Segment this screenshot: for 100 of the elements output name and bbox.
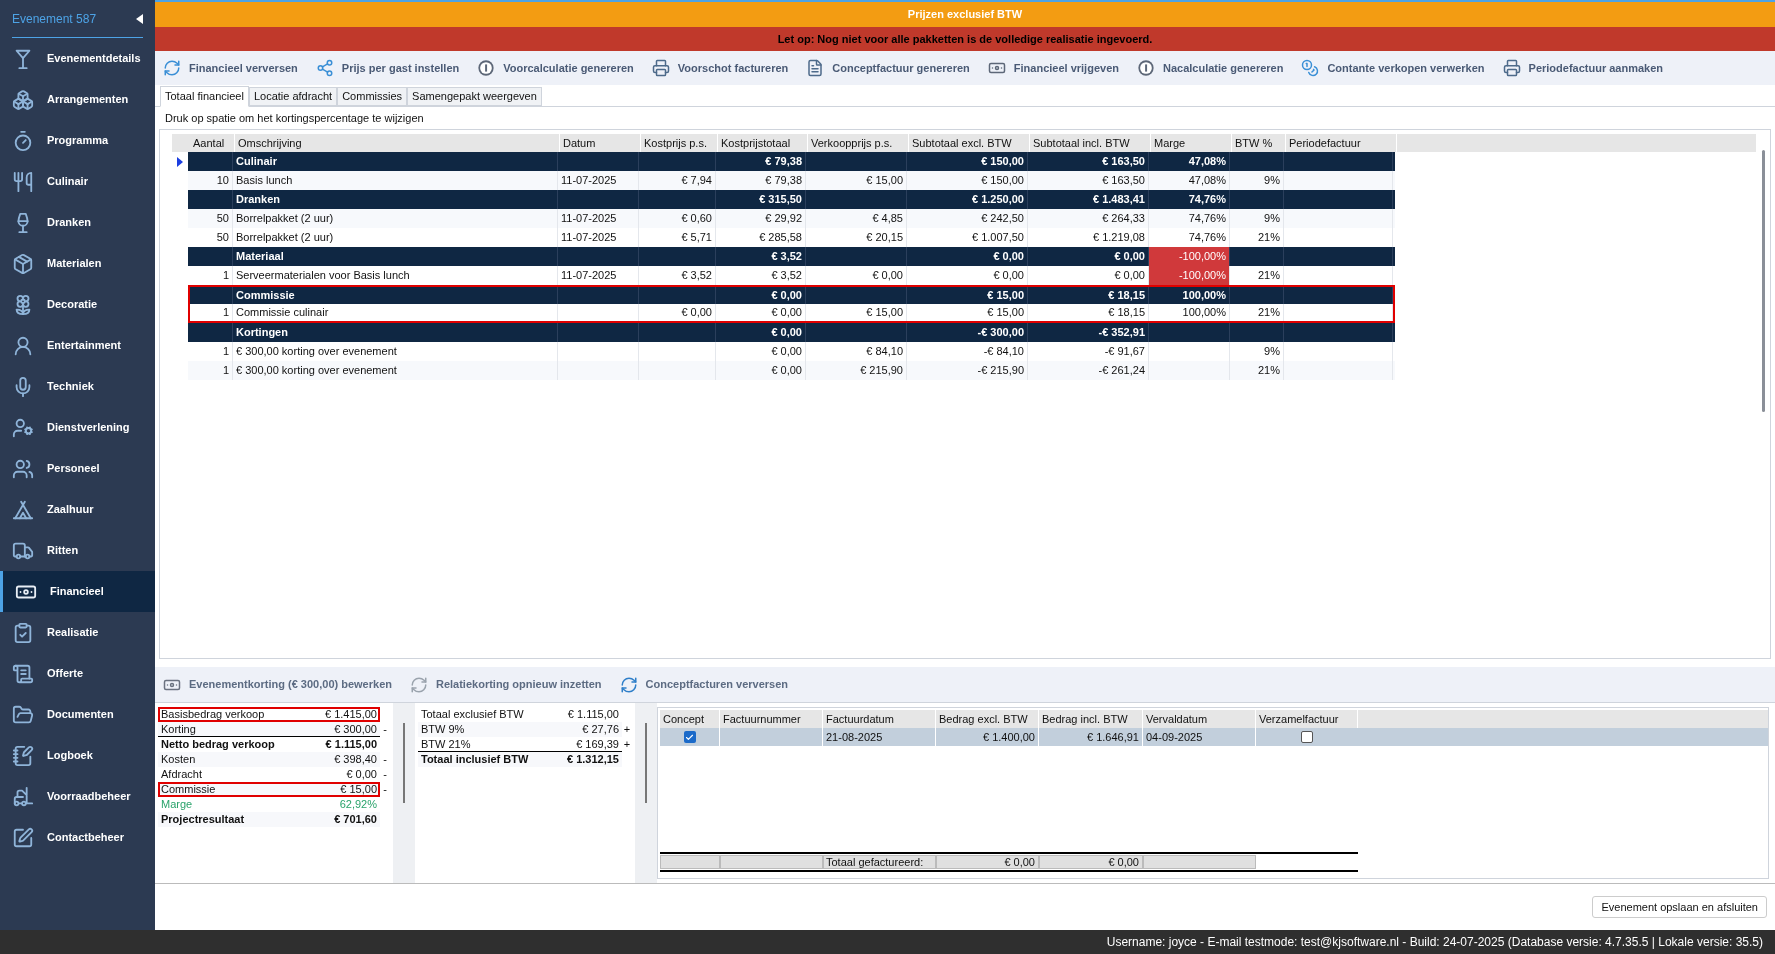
summary-value: € 398,40 [334, 752, 378, 768]
sidebar-item[interactable]: Entertainment [0, 325, 155, 366]
toolbar-button[interactable]: Nacalculatie genereren [1136, 59, 1284, 77]
scrollbar[interactable] [645, 723, 647, 803]
checkbox[interactable] [683, 731, 696, 743]
warning-banner: Let op: Nog niet voor alle pakketten is de volledige realisatie ingevoerd. [155, 27, 1775, 51]
tab[interactable]: Commissies [337, 87, 408, 106]
table-cell: -100,00% [1149, 247, 1230, 266]
sidebar-item[interactable]: Ritten [0, 530, 155, 571]
refresh-icon [163, 59, 181, 77]
person-icon [12, 334, 34, 357]
scrollbar[interactable] [1761, 150, 1765, 412]
sidebar-item[interactable]: Culinair [0, 161, 155, 202]
status-bar: Username: joyce - E-mail testmode: test@kjsoftware.nl - Build: 24-07-2025 (Database versie: 4.7.35.5 | Lokale versie: 35.5) [0, 930, 1775, 954]
summary-label: BTW 9% [420, 722, 466, 738]
summary-label: BTW 21% [420, 736, 472, 752]
group-row[interactable]: Culinair € 79,38 € 150,00 € 163,50 47,08% [188, 152, 1395, 171]
table-cell: -100,00% [1149, 266, 1230, 285]
scrollbar[interactable] [403, 723, 405, 803]
folder-icon [12, 703, 34, 726]
toolbar-button[interactable]: Evenementkorting (€ 300,00) bewerken [163, 675, 392, 694]
table-cell: € 215,90 [806, 361, 907, 380]
table-cell: € 15,00 [806, 304, 907, 321]
sidebar-item[interactable]: Voorraadbeheer [0, 776, 155, 817]
toolbar-button[interactable]: Conceptfacturen verversen [619, 675, 789, 694]
sign: - [382, 722, 388, 738]
group-row[interactable]: Dranken € 315,50 € 1.250,00 € 1.483,41 74,76% [188, 190, 1395, 209]
summary-label: Totaal exclusief BTW [420, 707, 525, 723]
tab[interactable]: Samengepakt weergeven [407, 87, 542, 106]
table-row[interactable]: 10 Basis lunch 11-07-2025 € 7,94 € 79,38 € 15,00 € 150,00 € 163,50 47,08% 9% [188, 171, 1395, 190]
toolbar-button[interactable]: Voorschot factureren [651, 59, 789, 77]
group-row[interactable]: Materiaal € 3,52 € 0,00 € 0,00 -100,00% [188, 247, 1395, 266]
sidebar-item[interactable]: Documenten [0, 694, 155, 735]
sidebar-item[interactable]: Materialen [0, 243, 155, 284]
toolbar-button[interactable]: Periodefactuur aanmaken [1502, 59, 1664, 77]
numbered-circle-icon [1136, 59, 1155, 77]
toolbar-button[interactable]: Contante verkopen verwerken [1301, 59, 1485, 77]
sign: + [622, 737, 632, 753]
sidebar-item[interactable]: Offerte [0, 653, 155, 694]
tent-icon [12, 498, 34, 521]
toolbar-button[interactable]: Voorcalculatie genereren [477, 59, 634, 77]
group-row[interactable]: Commissie € 0,00 € 15,00 € 18,15 100,00% [188, 285, 1395, 304]
sidebar-item[interactable]: Zaalhuur [0, 489, 155, 530]
summary-value: € 15,00 [340, 782, 378, 798]
group-row[interactable]: Kortingen € 0,00 -€ 300,00 -€ 352,91 [188, 323, 1395, 342]
table-row[interactable]: 50 Borrelpakket (2 uur) 11-07-2025 € 0,60 € 29,92 € 4,85 € 242,50 € 264,33 74,76% 9% [188, 209, 1395, 228]
sidebar-item[interactable]: Evenementdetails [0, 38, 155, 79]
forklift-icon [12, 785, 34, 808]
toolbar-button[interactable]: Financieel verversen [163, 59, 298, 77]
summary-label: Netto bedrag verkoop [160, 737, 276, 753]
sidebar-item[interactable]: Decoratie [0, 284, 155, 325]
people-icon [12, 457, 34, 480]
toolbar-button[interactable]: Financieel vrijgeven [987, 59, 1119, 77]
sidebar-item[interactable]: Dranken [0, 202, 155, 243]
table-cell: 04-09-2025 [1143, 728, 1256, 746]
sidebar-item[interactable]: Contactbeheer [0, 817, 155, 858]
summary-label: Korting [160, 721, 197, 737]
sign: - [382, 767, 388, 783]
table-cell: € 300,00 korting over evenement [233, 361, 558, 380]
table-cell: € 1.400,00 [936, 728, 1039, 746]
save-close-button[interactable]: Evenement opslaan en afsluiten [1592, 896, 1767, 918]
sidebar-item[interactable]: Arrangementen [0, 79, 155, 120]
checkbox[interactable] [1301, 731, 1313, 743]
sidebar-item[interactable]: Logboek [0, 735, 155, 776]
table-cell: 21% [1230, 304, 1284, 321]
summary-value: € 300,00 [334, 721, 378, 737]
summary-label: Totaal inclusief BTW [420, 752, 530, 768]
toolbar-button[interactable]: Conceptfactuur genereren [806, 59, 970, 77]
sidebar-item[interactable]: Personeel [0, 448, 155, 489]
tab[interactable]: Locatie afdracht [248, 87, 338, 106]
summary-value: € 169,39 [576, 736, 620, 752]
sidebar-item[interactable]: Techniek [0, 366, 155, 407]
utensils-icon [12, 170, 34, 193]
summary-value: € 0,00 [346, 767, 378, 783]
toolbar-button[interactable]: Relatiekorting opnieuw inzetten [409, 675, 602, 694]
stopwatch-icon [12, 129, 34, 152]
summary-label: Kosten [160, 752, 197, 768]
table-cell: € 15,00 [907, 304, 1028, 321]
hint-text: Druk op spatie om het kortingspercentage te wijzigen [164, 110, 425, 126]
toolbar-button[interactable]: Prijs per gast instellen [315, 59, 460, 77]
summary-label: Afdracht [160, 767, 203, 783]
table-row[interactable]: 1 € 300,00 korting over evenement € 0,00 € 215,90 -€ 215,90 -€ 261,24 21% [188, 361, 1395, 380]
summary-value: € 1.312,15 [567, 752, 620, 768]
collapse-icon[interactable] [136, 13, 143, 24]
sidebar-item[interactable]: Programma [0, 120, 155, 161]
invoice-row[interactable]: 21-08-2025 € 1.400,00 € 1.646,91 04-09-2025 [660, 728, 1768, 746]
sidebar-item[interactable]: Dienstverlening [0, 407, 155, 448]
table-row[interactable]: 1 Commissie culinair € 0,00 € 0,00 € 15,00 € 15,00 € 18,15 100,00% 21% [188, 304, 1395, 323]
share-icon [315, 59, 334, 77]
sign: - [382, 782, 388, 798]
summary-label: Marge [160, 797, 194, 813]
numbered-circle-icon [477, 59, 496, 77]
sidebar-item[interactable]: Financieel [0, 571, 155, 612]
table-cell: € 0,00 [716, 361, 806, 380]
table-cell: 21% [1230, 361, 1284, 380]
sidebar-item[interactable]: Realisatie [0, 612, 155, 653]
printer-icon [1502, 59, 1521, 77]
tab[interactable]: Totaal financieel [160, 86, 249, 107]
table-cell: 100,00% [1149, 304, 1230, 321]
table-cell: -€ 215,90 [907, 361, 1028, 380]
